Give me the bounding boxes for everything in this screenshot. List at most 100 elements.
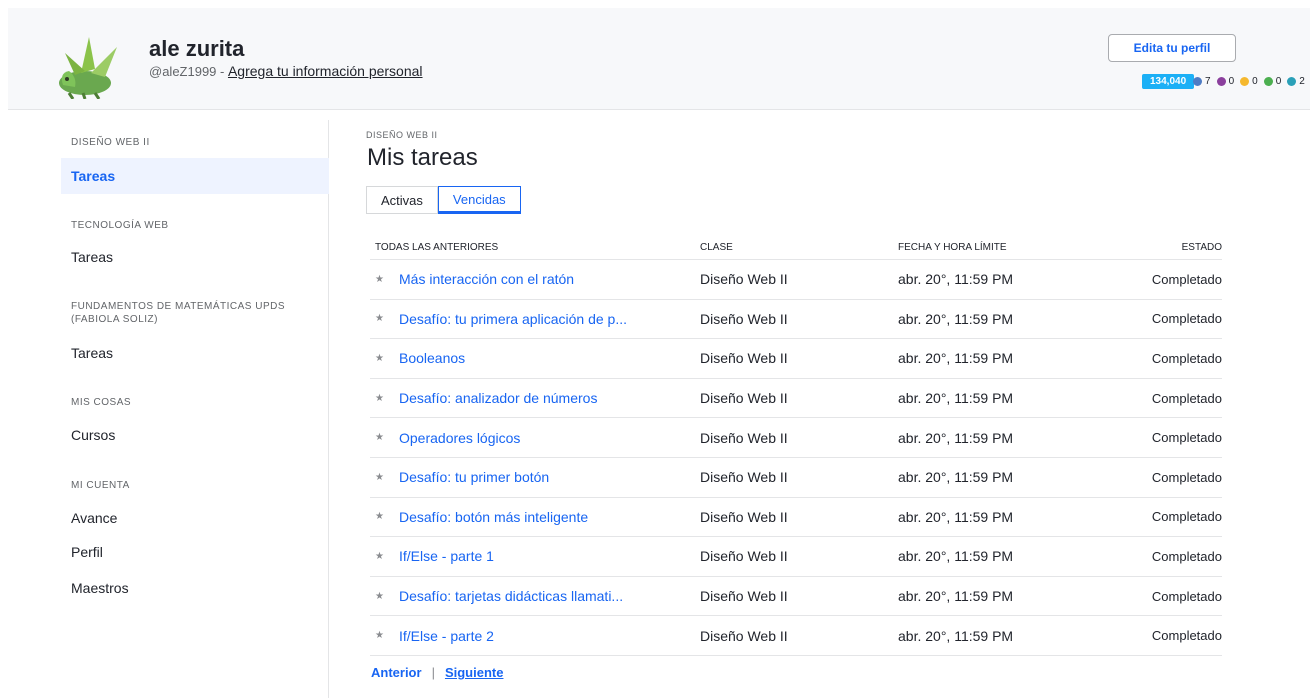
task-cell: ★ Más interacción con el ratón: [370, 271, 700, 287]
task-link[interactable]: If/Else - parte 1: [399, 548, 494, 564]
tab-vencidas[interactable]: Vencidas: [437, 186, 521, 214]
pagination: Anterior | Siguiente: [371, 665, 503, 680]
task-link[interactable]: Más interacción con el ratón: [399, 271, 574, 287]
sidebar-section-title: MI CUENTA: [71, 480, 130, 491]
badge-count: 0: [1275, 76, 1282, 87]
status-cell: Completado: [1151, 628, 1222, 644]
badge-count: 0: [1252, 76, 1258, 87]
status-cell: Completado: [1151, 390, 1222, 406]
due-cell: abr. 20°, 11:59 PM: [898, 469, 1014, 486]
page-title: Mis tareas: [367, 144, 478, 171]
status-cell: Completado: [1151, 271, 1222, 287]
pager-separator: |: [431, 665, 435, 680]
edit-profile-button[interactable]: Edita tu perfil: [1108, 34, 1236, 62]
badge-counts: 7 0 0 0 2 25: [1190, 74, 1310, 89]
column-header: FECHA Y HORA LÍMITE: [898, 242, 1007, 253]
due-cell: abr. 20°, 11:59 PM: [898, 548, 1014, 565]
badge-icon: [1263, 77, 1273, 86]
table-row: ★ Desafío: botón más inteligente Diseño We…: [370, 498, 1222, 538]
status-cell: Completado: [1151, 469, 1222, 485]
prev-page-link[interactable]: Anterior: [371, 665, 422, 680]
task-cell: ★ Booleanos: [370, 350, 700, 366]
sidebar-section-title: DISEÑO WEB II: [71, 137, 150, 148]
class-cell: Diseño Web II: [700, 429, 788, 446]
task-link[interactable]: Booleanos: [399, 350, 465, 366]
tab-activas[interactable]: Activas: [366, 186, 438, 214]
due-cell: abr. 20°, 11:59 PM: [898, 271, 1014, 288]
badge-icon: [1287, 77, 1297, 86]
badge-icon: [1216, 77, 1226, 86]
separator: -: [216, 64, 228, 79]
task-cell: ★ If/Else - parte 1: [370, 548, 700, 564]
tabs: Activas Vencidas: [366, 186, 521, 214]
star-icon: ★: [375, 550, 384, 562]
class-cell: Diseño Web II: [700, 588, 788, 605]
next-page-link[interactable]: Siguiente: [445, 665, 504, 680]
task-cell: ★ Desafío: tu primera aplicación de p...: [370, 311, 700, 327]
status-cell: Completado: [1151, 509, 1222, 525]
task-link[interactable]: Desafío: tu primer botón: [399, 469, 549, 485]
assignments-table: TODAS LAS ANTERIORES CLASE FECHA Y HORA …: [370, 236, 1222, 656]
table-row: ★ Desafío: tu primera aplicación de p... D…: [370, 300, 1222, 340]
due-cell: abr. 20°, 11:59 PM: [898, 429, 1014, 446]
star-icon: ★: [375, 313, 384, 325]
task-link[interactable]: Desafío: botón más inteligente: [399, 509, 588, 525]
class-cell: Diseño Web II: [700, 469, 788, 486]
due-cell: abr. 20°, 11:59 PM: [898, 588, 1014, 605]
task-cell: ★ Desafío: botón más inteligente: [370, 509, 700, 525]
table-header: TODAS LAS ANTERIORES CLASE FECHA Y HORA …: [370, 236, 1222, 260]
class-cell: Diseño Web II: [700, 350, 788, 367]
status-cell: Completado: [1151, 430, 1222, 446]
star-icon: ★: [375, 352, 384, 364]
star-icon: ★: [375, 273, 384, 285]
class-cell: Diseño Web II: [700, 390, 788, 407]
badge-count: 7: [1205, 76, 1211, 87]
status-cell: Completado: [1151, 350, 1222, 366]
badge-icon: [1193, 77, 1202, 86]
breadcrumb[interactable]: DISEÑO WEB II: [366, 130, 438, 140]
table-row: ★ If/Else - parte 1 Diseño Web II abr. 20°,…: [370, 537, 1222, 577]
task-link[interactable]: Desafío: tarjetas didácticas llamati...: [399, 588, 623, 604]
task-link[interactable]: Desafío: tu primera aplicación de p...: [399, 311, 627, 327]
due-cell: abr. 20°, 11:59 PM: [898, 390, 1014, 407]
table-row: ★ Más interacción con el ratón Diseño Web …: [370, 260, 1222, 300]
column-header: ESTADO: [1181, 242, 1222, 253]
due-cell: abr. 20°, 11:59 PM: [898, 310, 1014, 327]
sidebar-item-avance[interactable]: Avance: [61, 500, 329, 536]
column-header[interactable]: TODAS LAS ANTERIORES: [370, 242, 700, 253]
avatar[interactable]: [55, 33, 127, 99]
sidebar: DISEÑO WEB II Tareas TECNOLOGÍA WEB Tare…: [61, 120, 329, 698]
table-row: ★ Operadores lógicos Diseño Web II abr. 20°…: [370, 418, 1222, 458]
task-link[interactable]: Operadores lógicos: [399, 430, 520, 446]
task-cell: ★ Operadores lógicos: [370, 430, 700, 446]
status-cell: Completado: [1151, 588, 1222, 604]
add-info-link[interactable]: Agrega tu información personal: [228, 63, 423, 79]
sidebar-item-perfil[interactable]: Perfil: [61, 534, 329, 570]
sidebar-section-title: MIS COSAS: [71, 397, 132, 408]
task-link[interactable]: Desafío: analizador de números: [399, 390, 597, 406]
class-cell: Diseño Web II: [700, 310, 788, 327]
sidebar-item-tareas[interactable]: Tareas: [61, 158, 329, 194]
user-name: ale zurita: [149, 36, 245, 61]
star-icon: ★: [375, 630, 384, 642]
status-cell: Completado: [1151, 548, 1222, 564]
sidebar-section-title: TECNOLOGÍA WEB: [71, 220, 169, 231]
star-icon: ★: [375, 590, 384, 602]
sidebar-item-tareas[interactable]: Tareas: [61, 335, 329, 371]
task-link[interactable]: If/Else - parte 2: [399, 628, 494, 644]
status-cell: Completado: [1151, 311, 1222, 327]
due-cell: abr. 20°, 11:59 PM: [898, 508, 1014, 525]
class-cell: Diseño Web II: [700, 271, 788, 288]
column-header: CLASE: [700, 242, 733, 253]
task-cell: ★ Desafío: tarjetas didácticas llamati...: [370, 588, 700, 604]
table-row: ★ Booleanos Diseño Web II abr. 20°, 11:59 P…: [370, 339, 1222, 379]
profile-header: ale zurita @aleZ1999 - Agrega tu informa…: [8, 8, 1310, 110]
class-cell: Diseño Web II: [700, 548, 788, 565]
sidebar-item-maestros[interactable]: Maestros: [61, 570, 329, 606]
table-row: ★ Desafío: tu primer botón Diseño Web II ab…: [370, 458, 1222, 498]
user-subline: @aleZ1999 - Agrega tu información person…: [149, 63, 423, 79]
sidebar-item-tareas[interactable]: Tareas: [61, 239, 329, 275]
badge-count: 2: [1299, 76, 1305, 87]
table-row: ★ Desafío: analizador de números Diseño We…: [370, 379, 1222, 419]
sidebar-item-cursos[interactable]: Cursos: [61, 417, 329, 453]
